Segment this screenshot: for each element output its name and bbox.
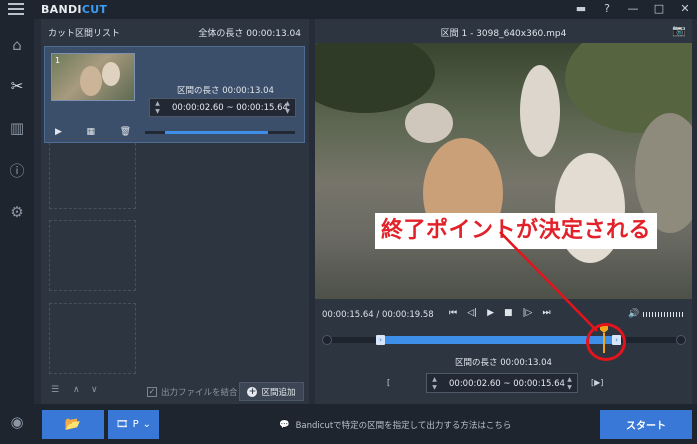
maximize-icon[interactable]: □ xyxy=(653,2,665,15)
video-cat xyxy=(520,65,560,157)
playback-buttons: ⏮ ◁| ▶ ■ |▷ ⏭ xyxy=(449,308,551,318)
title-bar: BANDICUT ▬ ? — □ ✕ xyxy=(0,0,697,19)
segment-list-footer: ☰ ∧ ∨ ✓ 出力ファイルを結合 + 区間追加 xyxy=(41,378,309,404)
move-up-icon[interactable]: ∧ xyxy=(73,385,80,395)
app-logo: BANDICUT xyxy=(41,3,107,16)
current-time: 00:00:15.64 / 00:00:19.58 xyxy=(322,310,434,320)
settings-icon[interactable]: ⚙ xyxy=(7,202,27,222)
set-start-bracket-button[interactable]: [ xyxy=(387,378,390,387)
start-time-stepper[interactable]: ▲ ▼ xyxy=(430,376,439,392)
close-icon[interactable]: ✕ xyxy=(679,2,691,15)
brand-suffix: CUT xyxy=(81,3,108,16)
cut-segment-list-panel: カット区間リスト 全体の長さ 00:00:13.04 1 ▶ ▦ 🗑 区間の長さ… xyxy=(41,19,309,404)
sidebar: ⌂ ✂ ▥ ⓘ ⚙ ◉ xyxy=(0,19,34,444)
total-length: 全体の長さ 00:00:13.04 xyxy=(198,29,301,39)
help-tip-text: Bandicutで特定の区間を指定して出力する方法はこちら xyxy=(295,421,512,431)
end-time-stepper[interactable]: ▲ ▼ xyxy=(283,100,292,116)
segment-time-range-text: 00:00:02.60 ~ 00:00:15.64 xyxy=(449,379,565,389)
annotation-caption: 終了ポイントが決定される xyxy=(375,213,658,249)
video-cat xyxy=(405,103,453,143)
play-icon[interactable]: ▶ xyxy=(487,308,494,318)
set-end-bracket-button[interactable]: [▶] xyxy=(591,378,603,387)
start-handle[interactable]: › xyxy=(376,335,385,345)
empty-segment-slot xyxy=(49,303,136,374)
merge-output-checkbox[interactable]: ✓ 出力ファイルを結合 xyxy=(147,386,238,398)
segment-mini-timeline xyxy=(145,131,295,134)
folder-open-icon: 📂 xyxy=(64,417,82,432)
go-to-start-icon[interactable]: ⏮ xyxy=(449,308,457,318)
volume-icon[interactable]: 🔊 xyxy=(628,309,639,319)
film-icon: 🎞 xyxy=(115,419,129,430)
add-segment-button[interactable]: + 区間追加 xyxy=(239,382,304,401)
add-segment-label: 区間追加 xyxy=(261,387,296,398)
segment-item[interactable]: 1 ▶ ▦ 🗑 区間の長さ 00:00:13.04 ▲ ▼ 00:00:02.60… xyxy=(44,46,305,143)
clear-list-icon[interactable]: ☰ xyxy=(51,385,59,395)
playback-controls: 00:00:15.64 / 00:00:19.58 ⏮ ◁| ▶ ■ |▷ ⏭ … xyxy=(315,305,692,323)
move-down-icon[interactable]: ∨ xyxy=(91,385,98,395)
segment-number: 1 xyxy=(55,56,61,65)
bandicut-window: BANDICUT ▬ ? — □ ✕ ⌂ ✂ ▥ ⓘ ⚙ ◉ カット区間リスト … xyxy=(0,0,697,444)
info-icon[interactable]: ⓘ xyxy=(7,160,27,180)
video-foliage xyxy=(315,43,435,113)
output-format-button[interactable]: 🎞 P ⌄ xyxy=(108,410,159,439)
start-button[interactable]: スタート xyxy=(600,410,692,439)
empty-segment-slot xyxy=(49,138,136,209)
start-time-stepper[interactable]: ▲ ▼ xyxy=(153,100,162,116)
timeline-selection xyxy=(376,336,614,344)
record-icon[interactable]: ◉ xyxy=(7,412,27,432)
timeline-end-cap xyxy=(676,335,686,345)
hamburger-menu-icon[interactable] xyxy=(8,3,24,16)
timeline-slider[interactable]: › ‹ xyxy=(322,335,686,345)
merge-output-label: 出力ファイルを結合 xyxy=(161,388,238,398)
bottom-bar: 📂 🎞 P ⌄ 💬 Bandicutで特定の区間を指定して出力する方法はこちら … xyxy=(34,404,697,444)
window-controls: ▬ ? — □ ✕ xyxy=(575,2,691,15)
segment-list-header: カット区間リスト 全体の長さ 00:00:13.04 xyxy=(41,19,309,43)
segment-list-title: カット区間リスト xyxy=(48,29,121,39)
segment-time-range[interactable]: ▲ ▼ 00:00:02.60 ~ 00:00:15.64 ▲ ▼ xyxy=(426,373,578,393)
camera-icon[interactable]: 📷 xyxy=(672,24,686,37)
segment-time-range[interactable]: ▲ ▼ 00:00:02.60 ~ 00:00:15.64 ▲ ▼ xyxy=(149,98,296,117)
timeline-start-cap xyxy=(322,335,332,345)
end-time-stepper[interactable]: ▲ ▼ xyxy=(565,376,574,392)
chevron-down-icon: ⌄ xyxy=(142,419,152,430)
segment-thumbnail[interactable]: 1 xyxy=(51,53,135,101)
output-format-label: P xyxy=(132,419,139,430)
preview-title: 区間 1 - 3098_640x360.mp4 xyxy=(440,29,567,39)
stop-icon[interactable]: ■ xyxy=(504,308,513,318)
cut-icon[interactable]: ✂ xyxy=(7,76,27,96)
video-preview[interactable]: 終了ポイントが決定される xyxy=(315,43,692,299)
folder-icon[interactable]: ▬ xyxy=(575,2,587,15)
merge-checkbox-box[interactable]: ✓ xyxy=(147,387,157,397)
segment-length: 区間の長さ 00:00:13.04 xyxy=(177,86,274,96)
preview-panel: 区間 1 - 3098_640x360.mp4 📷 終了ポイントが決定される 0… xyxy=(315,19,692,404)
join-icon[interactable]: ▥ xyxy=(7,118,27,138)
segment-time-range-text: 00:00:02.60 ~ 00:00:15.64 xyxy=(172,103,288,113)
prev-frame-icon[interactable]: ◁| xyxy=(467,308,477,318)
segment-time-row: [ ▲ ▼ 00:00:02.60 ~ 00:00:15.64 ▲ ▼ [▶] xyxy=(315,373,692,393)
segment-mini-selection xyxy=(165,131,268,134)
segment-length: 区間の長さ 00:00:13.04 xyxy=(455,358,552,368)
thumbnail-cat xyxy=(102,62,120,86)
next-frame-icon[interactable]: |▷ xyxy=(523,308,533,318)
go-to-end-icon[interactable]: ⏭ xyxy=(542,308,550,318)
minimize-icon[interactable]: — xyxy=(627,2,639,15)
help-tip-link[interactable]: 💬 Bandicutで特定の区間を指定して出力する方法はこちら xyxy=(279,419,511,431)
chat-icon: 💬 xyxy=(279,420,290,430)
open-file-button[interactable]: 📂 xyxy=(42,410,104,439)
thumbnail-cat xyxy=(80,66,102,96)
home-icon[interactable]: ⌂ xyxy=(7,35,27,55)
empty-segment-slot xyxy=(49,220,136,291)
help-icon[interactable]: ? xyxy=(601,2,613,15)
volume-slider[interactable] xyxy=(643,312,685,317)
add-icon: + xyxy=(247,386,258,397)
brand-prefix: BANDI xyxy=(41,3,82,16)
